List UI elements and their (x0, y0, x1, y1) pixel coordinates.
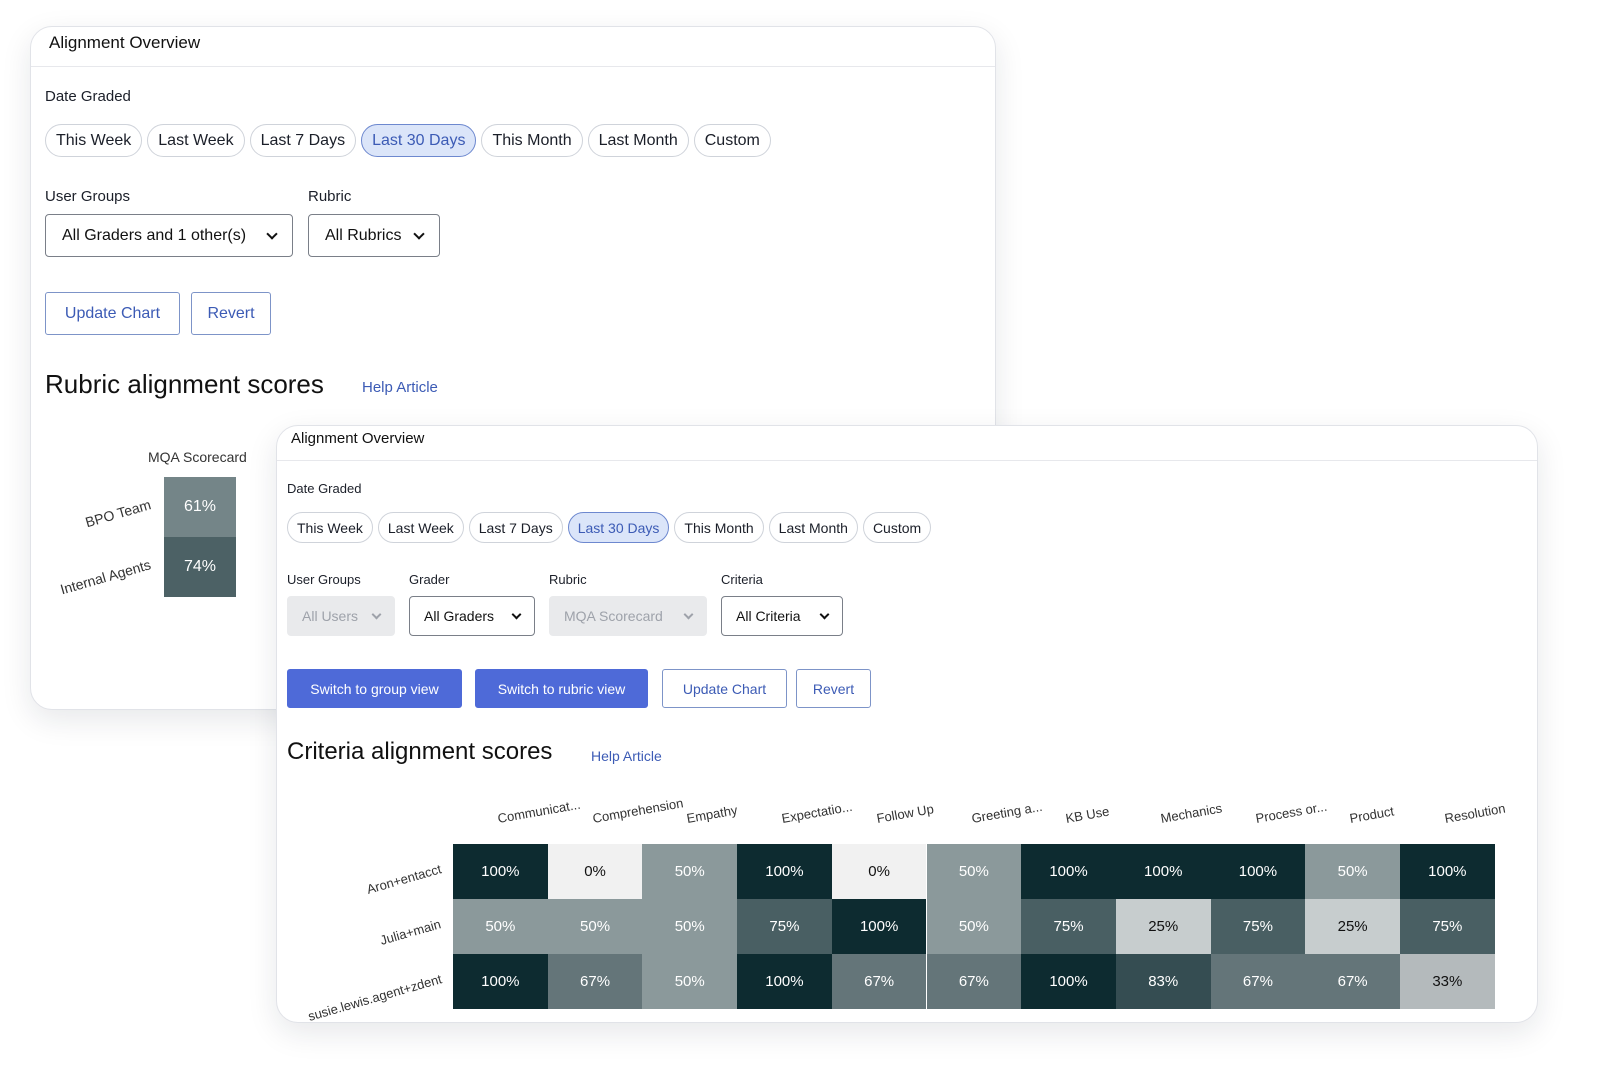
heatmap-cell[interactable]: 25% (1115, 899, 1211, 954)
column-label: Comprehension (591, 795, 685, 826)
heatmap-cell[interactable]: 67% (1210, 954, 1306, 1009)
row-label: Internal Agents (58, 556, 153, 598)
column-label: Process or... (1253, 798, 1328, 826)
front-alignment-panel: Alignment Overview Date Graded This Week… (276, 425, 1538, 1023)
heatmap-cell[interactable]: 50% (926, 844, 1022, 899)
heatmap-cell[interactable]: 100% (737, 954, 832, 1009)
heatmap-cell[interactable]: 50% (1305, 844, 1400, 899)
heatmap-cell[interactable]: 50% (547, 899, 643, 954)
heatmap-cell[interactable]: 0% (831, 844, 927, 899)
heatmap-cell[interactable]: 100% (1210, 844, 1306, 899)
column-label: Communicat... (496, 796, 582, 826)
heatmap-cell[interactable]: 100% (1400, 844, 1495, 899)
row-label: BPO Team (82, 496, 153, 531)
heatmap-cell[interactable]: 67% (926, 954, 1022, 1009)
heatmap-cell[interactable]: 75% (1210, 899, 1306, 954)
heatmap-cell[interactable]: 100% (1115, 844, 1211, 899)
heatmap-cell[interactable]: 75% (737, 899, 832, 954)
heatmap-cell[interactable]: 100% (453, 844, 548, 899)
row-label: Aron+entacct (364, 861, 444, 897)
heatmap-cell[interactable]: 74% (164, 537, 236, 597)
heatmap-cell[interactable]: 25% (1305, 899, 1400, 954)
column-label: Follow Up (875, 801, 935, 826)
heatmap-cell[interactable]: 33% (1400, 954, 1495, 1009)
column-label: Mechanics (1159, 800, 1224, 826)
heatmap-cell[interactable]: 61% (164, 477, 236, 537)
column-label: MQA Scorecard (148, 449, 247, 465)
row-label: susie.lewis.agent+zdent (305, 971, 444, 1023)
criteria-alignment-heatmap: Communicat... Comprehension Empathy Expecta… (277, 426, 1537, 1023)
column-label: Resolution (1443, 800, 1507, 826)
heatmap-cell[interactable]: 100% (453, 954, 548, 1009)
row-label: Julia+main (378, 916, 444, 948)
column-label: Product (1348, 803, 1396, 826)
heatmap-cell[interactable]: 100% (831, 899, 927, 954)
heatmap-cell[interactable]: 83% (1115, 954, 1211, 1009)
column-label: KB Use (1064, 803, 1111, 826)
heatmap-cell[interactable]: 50% (642, 844, 738, 899)
heatmap-cell[interactable]: 75% (1021, 899, 1116, 954)
heatmap-cell[interactable]: 67% (831, 954, 927, 1009)
heatmap-cell[interactable]: 0% (547, 844, 643, 899)
heatmap-cell[interactable]: 50% (642, 954, 738, 1009)
heatmap-cell[interactable]: 75% (1400, 899, 1495, 954)
column-label: Empathy (685, 802, 739, 826)
heatmap-cell[interactable]: 100% (1021, 954, 1116, 1009)
column-label: Expectatio... (780, 798, 854, 826)
column-label: Greeting a... (969, 798, 1043, 826)
heatmap-cell[interactable]: 100% (737, 844, 832, 899)
heatmap-cell[interactable]: 50% (926, 899, 1022, 954)
heatmap-cell[interactable]: 67% (547, 954, 643, 1009)
heatmap-cell[interactable]: 50% (453, 899, 548, 954)
heatmap-cell[interactable]: 67% (1305, 954, 1400, 1009)
heatmap-cell[interactable]: 100% (1021, 844, 1116, 899)
heatmap-cell[interactable]: 50% (642, 899, 738, 954)
